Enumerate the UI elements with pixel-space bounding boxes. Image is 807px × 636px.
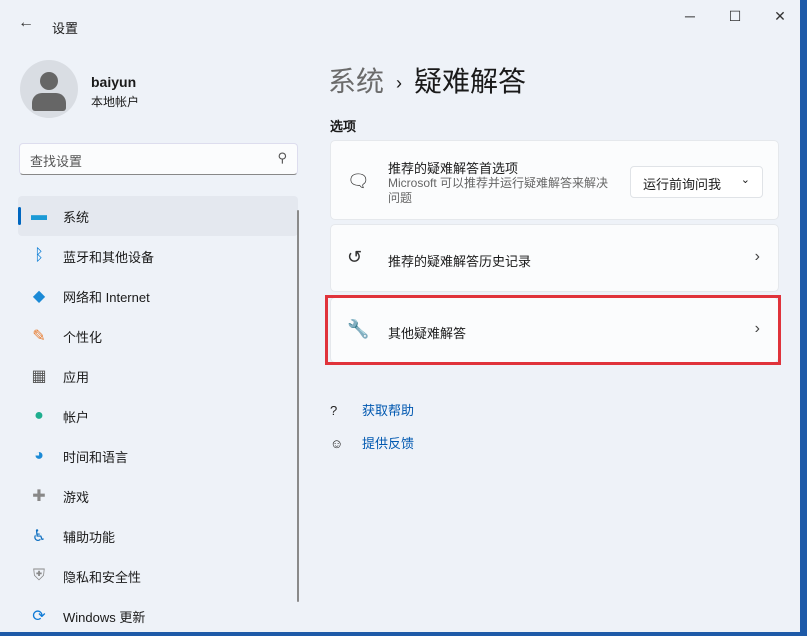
link-label: 提供反馈 <box>362 436 415 451</box>
chevron-right-icon: › <box>754 248 760 265</box>
sidebar-item-label: 网络和 Internet <box>63 289 150 305</box>
sidebar-nav: ▬ 系统 ᛒ 蓝牙和其他设备 ◆ 网络和 Internet ✎ 个性化 ▦ 应用 ● 帐户 ◕ 时间和语言… <box>18 196 298 632</box>
get-help-link[interactable]: ? 获取帮助 <box>330 400 414 419</box>
help-icon: ? <box>330 403 338 418</box>
sidebar-item-label: 辅助功能 <box>63 529 116 545</box>
nav-icon: ✚ <box>32 488 46 505</box>
breadcrumb: 系统 › 疑难解答 <box>328 60 526 100</box>
card-title: 推荐的疑难解答首选项 <box>388 161 519 176</box>
sidebar-item[interactable]: ✚ 游戏 <box>18 476 298 516</box>
feedback-link[interactable]: ☺ 提供反馈 <box>330 433 414 452</box>
app-title: 设置 <box>52 21 79 36</box>
maximize-button[interactable]: ☐ <box>715 8 755 25</box>
sidebar-item-label: 个性化 <box>63 329 103 345</box>
card-description: Microsoft 可以推荐并运行疑难解答来解决问题 <box>388 176 609 205</box>
sidebar-item[interactable]: ⟳ Windows 更新 <box>18 596 298 632</box>
sidebar-item[interactable]: ◕ 时间和语言 <box>18 436 298 476</box>
sidebar-item[interactable]: ⛨ 隐私和安全性 <box>18 556 298 596</box>
sidebar-item[interactable]: ▬ 系统 <box>18 196 298 236</box>
search-icon[interactable]: ⚲ <box>277 150 287 166</box>
chevron-right-icon: › <box>396 73 403 94</box>
nav-icon: ▬ <box>31 207 47 224</box>
page-title: 疑难解答 <box>414 66 527 97</box>
minimize-button[interactable]: ─ <box>670 8 710 24</box>
sidebar-item-label: 系统 <box>63 209 90 225</box>
settings-window: ← 设置 ─ ☐ ✕ baiyun 本地帐户 查找设置 ⚲ ▬ 系统 ᛒ 蓝牙和其他设备… <box>0 0 800 632</box>
nav-icon: ● <box>34 407 44 424</box>
troubleshoot-preferences-card: 🗨 推荐的疑难解答首选项 Microsoft 可以推荐并运行疑难解答来解决问题 … <box>330 140 779 220</box>
nav-icon: ✎ <box>32 328 46 345</box>
sidebar-item[interactable]: ◆ 网络和 Internet <box>18 276 298 316</box>
sidebar-item[interactable]: ● 帐户 <box>18 396 298 436</box>
sidebar-item[interactable]: ✎ 个性化 <box>18 316 298 356</box>
nav-icon: ▦ <box>31 368 47 385</box>
close-button[interactable]: ✕ <box>760 8 800 25</box>
feedback-icon: ☺ <box>330 436 344 451</box>
sidebar-item-label: 时间和语言 <box>63 449 129 465</box>
user-name: baiyun <box>91 74 137 90</box>
card-title: 推荐的疑难解答历史记录 <box>388 254 532 269</box>
dropdown-value: 运行前询问我 <box>643 177 722 192</box>
sidebar-item[interactable]: ▦ 应用 <box>18 356 298 396</box>
sidebar-item-label: 应用 <box>63 369 90 385</box>
breadcrumb-parent[interactable]: 系统 <box>328 66 384 97</box>
search-placeholder: 查找设置 <box>30 154 83 169</box>
avatar[interactable] <box>20 60 78 118</box>
highlight-box <box>325 295 781 365</box>
nav-icon: ♿ <box>31 528 47 545</box>
sidebar-item-label: 隐私和安全性 <box>63 569 142 585</box>
chevron-down-icon: ⌄ <box>740 174 750 186</box>
link-label: 获取帮助 <box>362 403 415 418</box>
sidebar-item-label: 帐户 <box>63 409 90 425</box>
nav-icon: ◕ <box>34 447 44 464</box>
troubleshoot-history-card[interactable]: ↺ 推荐的疑难解答历史记录 › <box>330 224 779 292</box>
sidebar-scrollbar[interactable] <box>297 210 299 602</box>
sidebar-item-label: Windows 更新 <box>63 609 146 625</box>
back-arrow-icon[interactable]: ← <box>18 14 34 32</box>
preference-dropdown[interactable]: 运行前询问我 ⌄ <box>630 166 763 198</box>
history-icon: ↺ <box>347 247 363 267</box>
sidebar-item-label: 游戏 <box>63 489 90 505</box>
sidebar-item[interactable]: ᛒ 蓝牙和其他设备 <box>18 236 298 276</box>
sidebar-item-label: 蓝牙和其他设备 <box>63 249 155 265</box>
sidebar-item[interactable]: ♿ 辅助功能 <box>18 516 298 556</box>
nav-icon: ᛒ <box>34 247 44 264</box>
nav-icon: ◆ <box>32 288 46 305</box>
nav-icon: ⛨ <box>32 567 45 584</box>
account-type: 本地帐户 <box>91 95 140 109</box>
title-bar: ← 设置 ─ ☐ ✕ <box>0 0 800 50</box>
nav-icon: ⟳ <box>32 608 46 625</box>
chat-bubble-icon: 🗨 <box>347 171 370 191</box>
search-input[interactable]: 查找设置 ⚲ <box>19 143 298 175</box>
section-heading: 选项 <box>330 119 357 134</box>
